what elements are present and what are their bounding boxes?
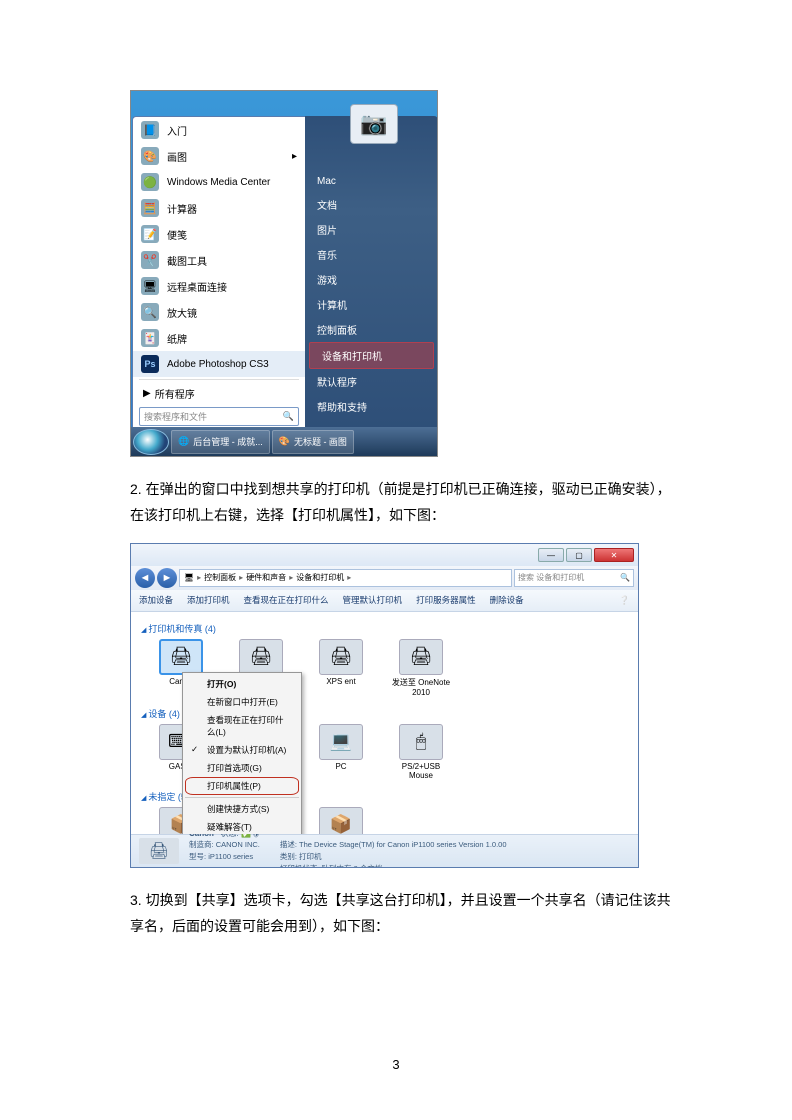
app-icon: 🧮 (141, 199, 159, 217)
start-menu-right-pane: Mac文档图片音乐游戏计算机控制面板设备和打印机默认程序帮助和支持 关机 (305, 116, 438, 431)
app-icon: Ps (141, 355, 159, 373)
close-button[interactable]: ✕ (594, 548, 634, 562)
device-icon: 💻 (319, 724, 363, 760)
start-menu-screenshot: 📘入门🎨画图▸🟢Windows Media Center🧮计算器📝便笺✂️截图工… (130, 90, 438, 457)
app-icon: ✂️ (141, 251, 159, 269)
context-menu-item[interactable]: 打开(O) (185, 675, 299, 693)
maximize-button[interactable]: ▢ (566, 548, 592, 562)
taskbar: 🌐后台管理 - 成就...🎨无标题 - 画图 (131, 427, 437, 456)
taskbar-item[interactable]: 🌐后台管理 - 成就... (171, 430, 270, 454)
context-menu: 打开(O)在新窗口中打开(E)查看现在正在打印什么(L)设置为默认打印机(A)打… (182, 672, 302, 834)
start-item[interactable]: 🧮计算器 (133, 195, 305, 221)
start-item[interactable]: ✂️截图工具 (133, 247, 305, 273)
devices-printers-screenshot: — ▢ ✕ ◄ ► 🖥▸ 控制面板▸ 硬件和声音▸ 设备和打印机▸ 搜索 设备和… (130, 543, 639, 868)
forward-button[interactable]: ► (157, 568, 177, 588)
device-item[interactable]: 🖱PS/2+USB Mouse (391, 724, 451, 780)
start-button[interactable] (133, 429, 169, 455)
search-icon: 🔍 (283, 411, 294, 422)
minimize-button[interactable]: — (538, 548, 564, 562)
toolbar-default-printer[interactable]: 管理默认打印机 (343, 594, 403, 606)
back-button[interactable]: ◄ (135, 568, 155, 588)
start-menu-left-pane: 📘入门🎨画图▸🟢Windows Media Center🧮计算器📝便笺✂️截图工… (132, 116, 305, 431)
app-icon: 🎨 (141, 147, 159, 165)
status-bar: 🖨 Canon 状态: ✅🛡 制造商: CANON INC. 描述: The D… (131, 834, 638, 868)
start-right-item[interactable]: 帮助和支持 (305, 394, 438, 419)
start-right-item[interactable]: 计算机 (305, 292, 438, 317)
start-right-item[interactable]: 图片 (305, 217, 438, 242)
start-item[interactable]: PsAdobe Photoshop CS3 (133, 351, 305, 377)
start-right-item[interactable]: 设备和打印机 (309, 342, 434, 369)
taskbar-item[interactable]: 🎨无标题 - 画图 (272, 430, 354, 454)
device-item[interactable]: 🖨XPS ent (311, 639, 371, 697)
instruction-step-3: 3. 切换到【共享】选项卡，勾选【共享这台打印机】，并且设置一个共享名（请记住该… (130, 888, 682, 940)
device-icon: 🖨 (159, 639, 203, 675)
start-right-item[interactable]: 控制面板 (305, 317, 438, 342)
search-box[interactable]: 搜索 设备和打印机🔍 (514, 569, 634, 587)
start-item[interactable]: 🟢Windows Media Center (133, 169, 305, 195)
search-icon: 🔍 (620, 573, 630, 582)
start-right-item[interactable]: 游戏 (305, 267, 438, 292)
toolbar: 添加设备 添加打印机 查看现在正在打印什么 管理默认打印机 打印服务器属性 删除… (131, 590, 638, 612)
start-right-item[interactable]: Mac (305, 171, 438, 192)
context-menu-item[interactable]: 打印机属性(P) (185, 777, 299, 795)
toolbar-remove-device[interactable]: 删除设备 (490, 594, 524, 606)
printer-icon: 🖨 (139, 838, 179, 864)
device-icon: 🖨 (319, 639, 363, 675)
toolbar-add-device[interactable]: 添加设备 (139, 594, 173, 606)
start-search[interactable]: 搜索程序和文件🔍 (139, 407, 299, 426)
device-icon: 🖨 (239, 639, 283, 675)
group-printers[interactable]: 打印机和传真 (4) (141, 622, 628, 635)
breadcrumb[interactable]: 🖥▸ 控制面板▸ 硬件和声音▸ 设备和打印机▸ (179, 569, 512, 587)
start-right-item[interactable]: 默认程序 (305, 369, 438, 394)
context-menu-item[interactable]: 创建快捷方式(S) (185, 800, 299, 818)
start-right-item[interactable]: 音乐 (305, 242, 438, 267)
context-menu-item[interactable]: 打印首选项(G) (185, 759, 299, 777)
user-avatar-icon (350, 104, 398, 144)
device-item[interactable]: 🖨发送至 OneNote 2010 (391, 639, 451, 697)
device-icon: 🖱 (399, 724, 443, 760)
window-titlebar: — ▢ ✕ (131, 544, 638, 566)
context-menu-item[interactable]: 查看现在正在打印什么(L) (185, 711, 299, 741)
app-icon: 🎨 (279, 436, 290, 447)
app-icon: 🌐 (178, 436, 189, 447)
help-icon[interactable]: ❔ (619, 595, 630, 606)
start-item[interactable]: 🎨画图▸ (133, 143, 305, 169)
app-icon: 🖥 (141, 277, 159, 295)
page-number: 3 (0, 1057, 792, 1072)
toolbar-add-printer[interactable]: 添加打印机 (187, 594, 230, 606)
start-item[interactable]: 📝便笺 (133, 221, 305, 247)
nav-bar: ◄ ► 🖥▸ 控制面板▸ 硬件和声音▸ 设备和打印机▸ 搜索 设备和打印机🔍 (131, 566, 638, 590)
context-menu-item[interactable]: 设置为默认打印机(A) (185, 741, 299, 759)
start-item[interactable]: 🔍放大镜 (133, 299, 305, 325)
app-icon: 📝 (141, 225, 159, 243)
context-menu-item[interactable]: 疑难解答(T) (185, 818, 299, 834)
context-menu-item[interactable]: 在新窗口中打开(E) (185, 693, 299, 711)
app-icon: 🟢 (141, 173, 159, 191)
toolbar-view-queue[interactable]: 查看现在正在打印什么 (244, 594, 329, 606)
app-icon: 🔍 (141, 303, 159, 321)
device-item[interactable]: 💻PC (311, 724, 371, 780)
start-item[interactable]: 🖥远程桌面连接 (133, 273, 305, 299)
app-icon: 🃏 (141, 329, 159, 347)
instruction-step-2: 2. 在弹出的窗口中找到想共享的打印机（前提是打印机已正确连接，驱动已正确安装）… (130, 477, 682, 529)
start-item[interactable]: 🃏纸牌 (133, 325, 305, 351)
start-right-item[interactable]: 文档 (305, 192, 438, 217)
device-icon: 🖨 (399, 639, 443, 675)
start-item[interactable]: 📘入门 (133, 117, 305, 143)
start-menu: 📘入门🎨画图▸🟢Windows Media Center🧮计算器📝便笺✂️截图工… (132, 116, 438, 431)
all-programs[interactable]: ▶ 所有程序 (133, 382, 305, 405)
toolbar-server-props[interactable]: 打印服务器属性 (416, 594, 476, 606)
app-icon: 📘 (141, 121, 159, 139)
